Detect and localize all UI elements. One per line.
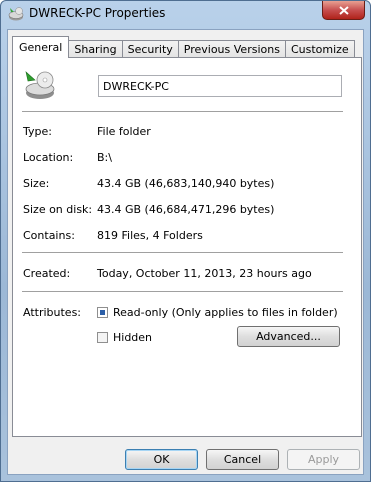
apply-button[interactable]: Apply [287,449,360,470]
size-on-disk-label: Size on disk: [23,203,93,216]
size-on-disk-value: 43.4 GB (46,684,471,296 bytes) [97,203,275,216]
window-title: DWRECK-PC Properties [29,6,166,20]
folder-name-input[interactable] [98,75,342,97]
type-value: File folder [97,125,151,138]
ok-button[interactable]: OK [125,449,198,470]
folder-drive-icon [23,68,57,102]
tab-strip: General Sharing Security Previous Versio… [12,36,355,58]
separator [22,111,343,113]
readonly-label[interactable]: Read-only (Only applies to files in fold… [113,306,338,319]
contains-value: 819 Files, 4 Folders [97,229,203,242]
attributes-label: Attributes: [23,306,82,319]
cancel-button[interactable]: Cancel [206,449,279,470]
dialog-body: General Sharing Security Previous Versio… [7,29,364,475]
properties-window: DWRECK-PC Properties General Sharing Sec… [0,0,371,482]
tab-general[interactable]: General [12,36,70,58]
created-value: Today, October 11, 2013, 23 hours ago [97,267,312,280]
advanced-button[interactable]: Advanced... [237,326,340,347]
tab-customize[interactable]: Customize [284,40,355,58]
location-label: Location: [23,151,74,164]
close-button[interactable] [322,1,365,20]
tab-previous-versions[interactable]: Previous Versions [177,40,286,58]
general-tab-panel: Type: File folder Location: B:\ Size: 43… [12,57,362,437]
separator [22,252,343,254]
tab-security[interactable]: Security [121,40,179,58]
size-value: 43.4 GB (46,683,140,940 bytes) [97,177,275,190]
created-label: Created: [23,267,71,280]
tab-sharing[interactable]: Sharing [68,40,123,58]
separator [22,291,343,293]
hidden-label[interactable]: Hidden [113,331,152,344]
contains-label: Contains: [23,229,75,242]
size-label: Size: [23,177,50,190]
type-label: Type: [23,125,52,138]
location-value: B:\ [97,151,112,164]
title-bar[interactable]: DWRECK-PC Properties [1,1,370,27]
readonly-checkbox[interactable] [97,307,108,318]
close-icon [338,5,349,15]
folder-drive-icon [8,6,24,22]
hidden-checkbox[interactable] [97,332,108,343]
